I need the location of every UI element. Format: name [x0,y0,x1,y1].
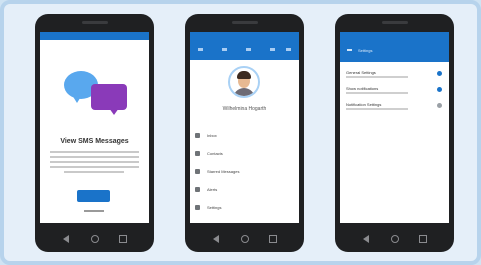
speaker-grille [81,21,108,24]
setting-title: Show notifications [346,86,379,91]
avatar[interactable] [228,66,260,98]
status-bar [40,32,149,40]
avatar-hair [237,71,251,79]
screen-profile: Wilhelmina Hogarth Inbox Contacts Starre… [190,32,299,223]
avatar-body [233,88,255,96]
inbox-icon [195,133,200,138]
app-toolbar: Settings [340,40,449,62]
menu-item-label: Alerts [207,187,218,192]
menu-item-alerts[interactable]: Alerts [195,186,290,194]
setting-description [346,108,408,110]
skip-link[interactable] [84,210,104,212]
toolbar-title: Settings [358,48,373,53]
phone-top-bezel [335,14,454,31]
gear-icon [195,205,200,210]
speaker-grille [381,21,408,24]
menu-item-label: Contacts [207,151,223,156]
menu-item-contacts[interactable]: Contacts [195,150,290,158]
phone-onboarding: View SMS Messages [35,14,154,252]
screen-onboarding: View SMS Messages [40,32,149,223]
system-nav-bar [35,225,154,252]
home-icon[interactable] [241,235,249,243]
status-bar [340,32,449,40]
back-icon[interactable] [63,235,69,243]
home-icon[interactable] [391,235,399,243]
menu-item-starred[interactable]: Starred Messages [195,168,290,176]
status-bar [190,32,299,40]
back-icon[interactable] [363,235,369,243]
menu-item-label: Settings [207,205,222,210]
home-icon[interactable] [91,235,99,243]
menu-item-label: Starred Messages [207,169,240,174]
overflow-icon[interactable] [286,48,291,51]
menu-item-label: Inbox [207,133,217,138]
setting-description [346,92,408,94]
toggle-switch[interactable] [437,71,442,76]
description-line [50,161,139,163]
phone-settings: Settings General Settings Show notificat… [335,14,454,252]
setting-title: Notification Settings [346,102,382,107]
setting-general[interactable]: General Settings [346,70,444,82]
setting-title: General Settings [346,70,376,75]
app-toolbar [190,40,299,60]
star-icon [195,169,200,174]
description-line [50,151,139,153]
phone-top-bezel [35,14,154,31]
menu-icon[interactable] [198,48,203,51]
description-line [64,171,124,173]
system-nav-bar [335,225,454,252]
phone-top-bezel [185,14,304,31]
toggle-switch[interactable] [437,87,442,92]
back-icon[interactable] [213,235,219,243]
toggle-switch[interactable] [437,103,442,108]
continue-button[interactable] [77,190,110,202]
contacts-icon [195,151,200,156]
tab-icon[interactable] [222,48,227,51]
speaker-grille [231,21,258,24]
chat-bubble-purple-icon [91,84,127,115]
recents-icon[interactable] [419,235,427,243]
setting-description [346,76,408,78]
recents-icon[interactable] [269,235,277,243]
screen-settings: Settings General Settings Show notificat… [340,32,449,223]
tab-icon[interactable] [270,48,275,51]
description-line [50,156,139,158]
tab-icon[interactable] [246,48,251,51]
welcome-title: View SMS Messages [60,138,129,145]
setting-notifications[interactable]: Show notifications [346,86,444,98]
description-line [50,166,139,168]
back-arrow-icon[interactable] [347,49,352,51]
menu-item-settings[interactable]: Settings [195,204,290,212]
recents-icon[interactable] [119,235,127,243]
profile-name: Wilhelmina Hogarth [222,106,267,112]
bell-icon [195,187,200,192]
setting-notification-settings[interactable]: Notification Settings [346,102,444,114]
screenshot-frame: View SMS Messages Wilhelmina Hogarth Inb… [0,0,481,265]
system-nav-bar [185,225,304,252]
phone-profile: Wilhelmina Hogarth Inbox Contacts Starre… [185,14,304,252]
menu-item-inbox[interactable]: Inbox [195,132,290,140]
